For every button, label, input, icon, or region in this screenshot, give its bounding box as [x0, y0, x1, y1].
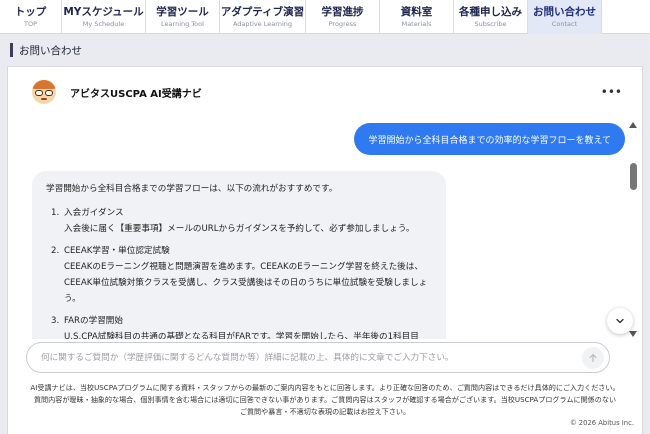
disclaimer-line: AI受講ナビは、当校USCPAプログラムに関する資料・スタッフからの最新のご案内… — [30, 383, 620, 392]
nav-sublabel: Materials — [401, 19, 432, 28]
nav-item-top[interactable]: トップ TOP — [0, 0, 62, 34]
nav-label: 学習ツール — [156, 5, 209, 18]
chevron-down-icon — [616, 318, 624, 324]
nav-sublabel: Learning Tool — [161, 19, 204, 28]
disclaimer-line: 質問内容が曖昧・抽象的な場合、個別事情を含む場合には適切に回答できない事がありま… — [33, 395, 617, 404]
arrow-up-icon — [589, 354, 597, 363]
nav-item-progress[interactable]: 学習進捗 Progress — [306, 0, 380, 34]
nav-label: 資料室 — [400, 5, 433, 18]
send-button[interactable] — [582, 347, 604, 369]
chat-header: アビタスUSCPA AI受講ナビ ••• — [8, 67, 642, 117]
heading-accent-bar — [10, 43, 13, 57]
nav-label: トップ — [14, 5, 47, 18]
nav-item-learning-tool[interactable]: 学習ツール Learning Tool — [146, 0, 220, 34]
top-nav: トップ TOP MYスケジュール My Schedule 学習ツール Learn… — [0, 0, 650, 34]
scroll-up-arrow-icon[interactable] — [629, 122, 637, 128]
list-item: 2. CEEAK学習・単位認定試験 CEEAKのEラーニング視聴と問題演習を進め… — [46, 243, 432, 307]
list-item: 3. FARの学習開始 U.S.CPA試験科目の共通の基礎となる科目がFARです… — [46, 313, 432, 339]
page-heading: お問い合わせ — [10, 42, 82, 58]
step-number: 1. — [51, 208, 60, 218]
step-description: 入会後に届く【重要事項】メールのURLからガイダンスを予約して、必ず参加しましょ… — [64, 224, 415, 234]
nav-label: 各種申し込み — [459, 5, 522, 18]
step-title: CEEAK学習・単位認定試験 — [64, 246, 170, 256]
nav-sublabel: Adaptive Learning — [232, 19, 293, 28]
nav-item-my-schedule[interactable]: MYスケジュール My Schedule — [62, 0, 146, 34]
chat-messages[interactable]: 学習開始から全科目合格までの効率的な学習フローを教えて 学習開始から全科目合格ま… — [8, 117, 642, 339]
nav-label: 学習進捗 — [321, 5, 364, 18]
step-title: FARの学習開始 — [64, 316, 123, 326]
nav-item-adaptive-learning[interactable]: アダプティブ演習 Adaptive Learning — [220, 0, 306, 34]
bot-name: アビタスUSCPA AI受講ナビ — [70, 88, 202, 100]
copyright: © 2026 Abitus Inc. — [569, 419, 634, 427]
nav-sublabel: Subscribe — [474, 19, 507, 28]
disclaimer-line: ご質問や暴言・不適切な表現の記載はお控え下さい。 — [239, 407, 411, 416]
question-input-box — [26, 342, 610, 373]
nav-sublabel: Progress — [328, 19, 357, 28]
scroll-down-arrow-icon[interactable] — [629, 331, 637, 337]
user-message: 学習開始から全科目合格までの効率的な学習フローを教えて — [354, 123, 625, 155]
scrollbar-thumb[interactable] — [630, 163, 637, 190]
step-description: CEEAKのEラーニング視聴と問題演習を進めます。CEEAKのEラーニング学習を… — [64, 262, 428, 304]
disclaimer: AI受講ナビは、当校USCPAプログラムに関する資料・スタッフからの最新のご案内… — [18, 382, 632, 418]
step-title: 入会ガイダンス — [64, 208, 124, 218]
nav-sublabel: TOP — [23, 19, 37, 28]
nav-label: アダプティブ演習 — [220, 5, 305, 18]
step-number: 2. — [51, 246, 60, 256]
nav-label: MYスケジュール — [63, 5, 144, 18]
nav-item-materials[interactable]: 資料室 Materials — [380, 0, 454, 34]
bot-message-intro: 学習開始から全科目合格までの学習フローは、以下の流れがおすすめです。 — [46, 184, 338, 194]
more-options-icon[interactable]: ••• — [601, 86, 622, 98]
chat-panel: アビタスUSCPA AI受講ナビ ••• 学習開始から全科目合格までの効率的な学… — [7, 66, 643, 434]
page-title: お問い合わせ — [19, 44, 82, 57]
nav-sublabel: Contact — [551, 19, 578, 28]
step-description: U.S.CPA試験科目の共通の基礎となる科目がFARです。学習を開始したら、半年… — [64, 332, 419, 339]
nav-item-subscribe[interactable]: 各種申し込み Subscribe — [454, 0, 528, 34]
nav-item-contact[interactable]: お問い合わせ Contact — [528, 0, 602, 34]
nav-label: お問い合わせ — [533, 5, 596, 18]
bot-message: 学習開始から全科目合格までの学習フローは、以下の流れがおすすめです。 1. 入会… — [32, 171, 446, 339]
question-input[interactable] — [41, 350, 581, 366]
list-item: 1. 入会ガイダンス 入会後に届く【重要事項】メールのURLからガイダンスを予約… — [46, 205, 432, 237]
step-number: 3. — [51, 316, 60, 326]
nav-sublabel: My Schedule — [82, 19, 125, 28]
scroll-to-bottom-button[interactable] — [607, 308, 633, 334]
bot-avatar — [32, 80, 56, 104]
